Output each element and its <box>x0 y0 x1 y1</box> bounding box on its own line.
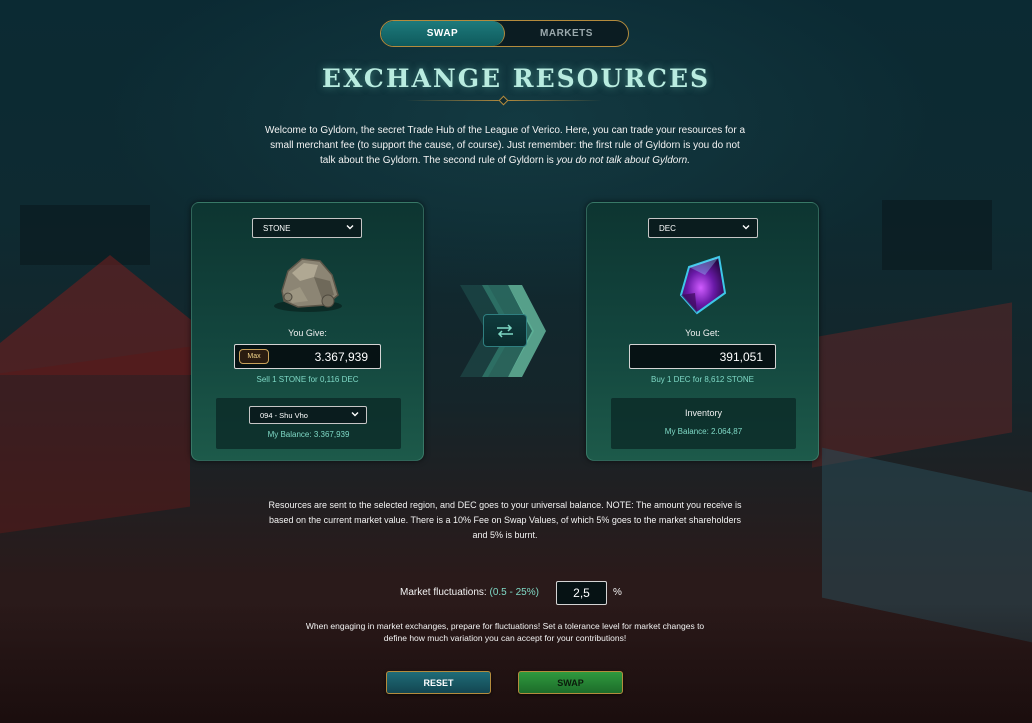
give-amount-value: 3.367,939 <box>314 349 368 364</box>
inventory-label: Inventory <box>684 408 723 418</box>
dec-crystal-icon <box>679 255 727 315</box>
give-resource-value: STONE <box>263 223 291 233</box>
region-box: 094 - Shu Vho My Balance: 3.367,939 <box>216 398 401 449</box>
give-panel: STONE You Give: Max 3.367,939 Sell 1 STO… <box>191 202 424 461</box>
fee-note: Resources are sent to the selected regio… <box>268 500 742 540</box>
fluctuation-range: (0.5 - 25%) <box>489 587 539 598</box>
max-button[interactable]: Max <box>239 349 269 364</box>
title-divider <box>406 95 602 106</box>
chevron-down-icon <box>741 222 751 232</box>
fluctuation-label-text: Market fluctuations: <box>400 587 487 598</box>
percent-sign: % <box>613 587 622 598</box>
view-toggle: SWAP MARKETS <box>380 20 629 47</box>
fluctuation-warning: When engaging in market exchanges, prepa… <box>305 621 705 643</box>
get-resource-select[interactable]: DEC <box>648 218 758 238</box>
intro-emphasis: you do not talk about Gyldorn. <box>556 155 691 166</box>
get-resource-value: DEC <box>659 223 676 233</box>
get-amount-value: 391,051 <box>719 349 763 364</box>
give-label: You Give: <box>288 328 327 338</box>
inventory-box: Inventory My Balance: 2.064,87 <box>611 398 796 449</box>
get-label: You Get: <box>685 328 720 338</box>
swap-direction-button[interactable] <box>483 314 527 347</box>
give-balance: My Balance: 3.367,939 <box>267 430 350 439</box>
tab-swap[interactable]: SWAP <box>381 21 505 46</box>
region-select[interactable]: 094 - Shu Vho <box>249 406 367 424</box>
fluctuation-label: Market fluctuations: (0.5 - 25%) <box>400 587 539 598</box>
stone-resource-icon <box>274 258 342 312</box>
exchange-page: SWAP MARKETS EXCHANGE RESOURCES Welcome … <box>0 0 1032 723</box>
give-amount-input[interactable]: Max 3.367,939 <box>234 344 381 369</box>
intro-text: Welcome to Gyldorn, the secret Trade Hub… <box>262 123 748 168</box>
give-resource-select[interactable]: STONE <box>252 218 362 238</box>
fluctuation-value: 2,5 <box>573 586 590 600</box>
fluctuation-input[interactable]: 2,5 <box>556 581 607 605</box>
get-balance: My Balance: 2.064,87 <box>664 427 743 436</box>
get-rate-text: Buy 1 DEC for 8,612 STONE <box>650 375 754 384</box>
chevron-down-icon <box>345 222 355 232</box>
tab-markets[interactable]: MARKETS <box>505 21 628 46</box>
swap-button[interactable]: SWAP <box>518 671 623 694</box>
chevron-down-icon <box>350 409 360 419</box>
swap-arrows-icon <box>497 323 513 338</box>
page-title: EXCHANGE RESOURCES <box>321 64 711 93</box>
get-panel: DEC You Get: 391,051 Buy 1 DEC for 8,612… <box>586 202 819 461</box>
region-value: 094 - Shu Vho <box>260 410 308 420</box>
give-rate-text: Sell 1 STONE for 0,116 DEC <box>256 375 359 384</box>
get-amount-input[interactable]: 391,051 <box>629 344 776 369</box>
reset-button[interactable]: RESET <box>386 671 491 694</box>
